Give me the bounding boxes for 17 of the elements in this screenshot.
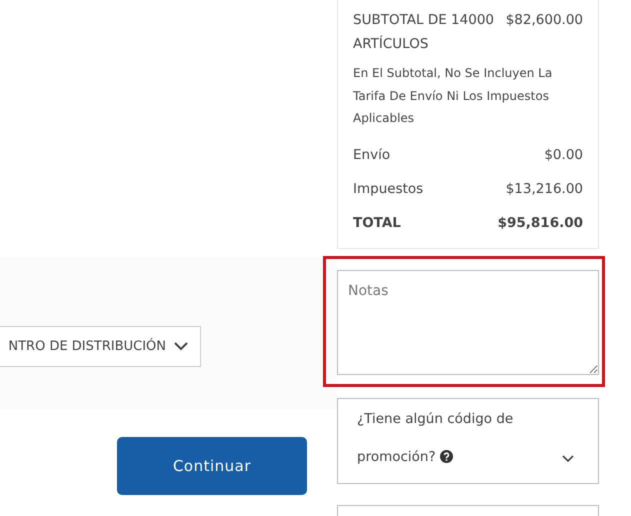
help-icon[interactable] <box>440 450 453 463</box>
promo-code-panel[interactable]: ¿Tiene algún código de promoción? <box>337 398 599 484</box>
promo-question: promoción? <box>357 448 436 464</box>
chevron-down-icon <box>174 342 188 351</box>
summary-label: TOTAL <box>353 214 401 232</box>
summary-value: $13,216.00 <box>506 180 583 198</box>
subtotal-value: $82,600.00 <box>506 11 583 30</box>
notes-field[interactable]: Notas <box>337 270 599 374</box>
summary-label: Impuestos <box>353 180 424 198</box>
summary-value: $0.00 <box>544 146 583 164</box>
summary-value: $95,816.00 <box>498 214 583 232</box>
subtotal-note: En El Subtotal, No Se Incluyen La Tarifa De Envío Ni Los Impuestos Aplicables <box>353 65 554 127</box>
continue-button[interactable]: Continuar <box>117 437 307 495</box>
summary-label: Envío <box>353 146 390 164</box>
subtotal-label: SUBTOTAL DE 14000 ARTÍCULOS <box>353 11 495 54</box>
delivery-dropdown[interactable]: NTRO DE DISTRIBUCIÓN <box>0 326 201 367</box>
promo-question: ¿Tiene algún código de <box>357 410 514 426</box>
